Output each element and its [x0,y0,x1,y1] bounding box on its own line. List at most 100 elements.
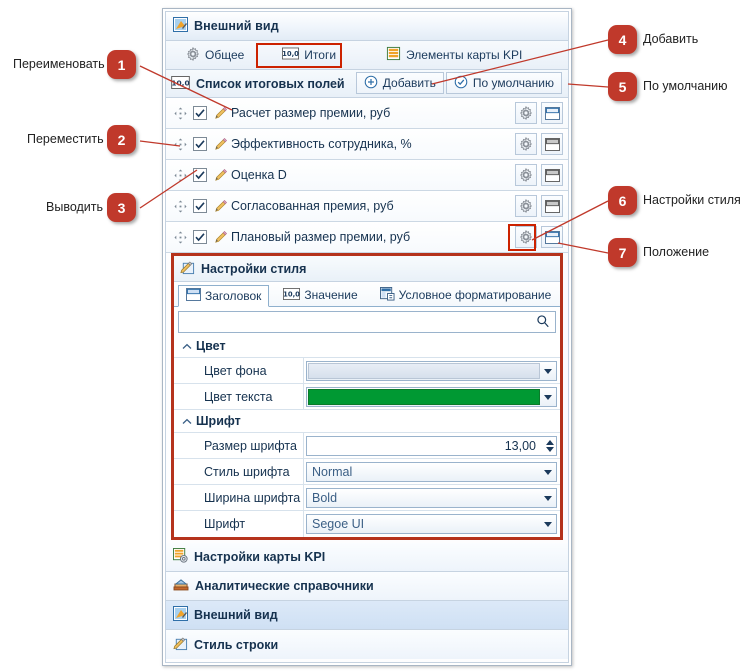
rename-pencil-icon[interactable] [211,137,231,151]
row-position-button[interactable] [541,102,563,124]
move-handle-icon[interactable] [171,168,189,182]
svg-text:10,0: 10,0 [171,78,189,87]
accordion-item-analytic-dictionaries[interactable]: Аналитические справочники [166,572,568,601]
tab-itogi-label: Итоги [304,48,337,62]
row-style-settings-button[interactable] [515,164,537,186]
accordion-item-label: Внешний вид [194,608,278,622]
accordion-item-kpi-settings[interactable]: Настройки карты KPI [166,543,568,572]
stepper-down-icon[interactable] [546,446,554,452]
stepper-up-icon[interactable] [546,439,554,445]
add-button[interactable]: Добавить [355,72,444,94]
accordion-item-row-style[interactable]: Стиль строки [166,630,568,659]
search-input[interactable] [179,312,536,332]
table-row[interactable]: Оценка D [166,160,568,191]
property-row-text-color: Цвет текста [174,384,560,410]
font-size-stepper[interactable]: 13,00 [306,435,557,456]
annotation-badge-2: 2 [107,125,136,154]
move-handle-icon[interactable] [171,106,189,120]
background-color-picker[interactable] [306,360,557,381]
font-style-select[interactable]: Normal [306,461,557,482]
row-visible-checkbox[interactable] [189,168,211,182]
font-weight-select[interactable]: Bold [306,487,557,508]
annotation-badge-number: 3 [117,199,126,216]
table-row[interactable]: Расчет размер премии, руб [166,98,568,129]
row-label: Расчет размер премии, руб [231,106,391,120]
tab-conditional-formatting[interactable]: Условное форматирование [372,284,560,306]
property-label: Стиль шрифта [200,459,304,484]
accordion-item-appearance[interactable]: Внешний вид [166,601,568,630]
property-label: Ширина шрифта [200,485,304,510]
row-style-settings-button[interactable] [515,102,537,124]
rename-pencil-icon[interactable] [211,230,231,244]
kpi-grid-icon [386,46,401,64]
row-style-settings-button[interactable] [515,226,537,248]
rename-pencil-icon[interactable] [211,106,231,120]
property-label: Цвет фона [200,358,304,383]
property-label: Шрифт [200,511,304,537]
annotation-label-5: По умолчанию [643,79,728,93]
conditional-format-icon [379,286,395,304]
row-position-button[interactable] [541,195,563,217]
row-visible-checkbox[interactable] [189,230,211,244]
tab-kpi-elements-label: Элементы карты KPI [406,48,523,62]
row-position-button[interactable] [541,164,563,186]
appearance-icon [173,606,188,624]
row-position-button[interactable] [541,226,563,248]
move-handle-icon[interactable] [171,137,189,151]
books-icon [173,578,189,595]
chevron-down-icon [544,522,552,527]
row-position-button[interactable] [541,133,563,155]
table-row[interactable]: Согласованная премия, руб [166,191,568,222]
property-row-background-color: Цвет фона [174,358,560,384]
tab-strip: Общее 10,0 Итоги Элементы карты KPI [166,41,568,70]
annotation-label-6: Настройки стиля [643,193,741,207]
annotation-label-3: Выводить [46,200,104,214]
group-header-font[interactable]: Шрифт [174,410,560,433]
plus-circle-icon [364,75,378,92]
font-family-value: Segoe UI [312,517,365,531]
tab-obshchee-label: Общее [205,48,245,62]
totals-fields-subheader: 10,0 Список итоговых полей Добавить По у… [166,70,568,98]
annotation-badge-number: 2 [117,131,126,148]
default-button-label: По умолчанию [472,76,554,90]
accordion-item-label: Стиль строки [194,637,279,652]
style-settings-tabs: Заголовок 10,0 Значение Условное формати… [174,282,560,307]
font-weight-value: Bold [312,490,338,505]
annotation-badge-number: 7 [618,244,627,261]
annotation-label-7: Положение [643,245,710,259]
appearance-icon [173,17,188,35]
property-row-font-family: Шрифт Segoe UI [174,511,560,537]
rename-pencil-icon[interactable] [211,199,231,213]
font-size-value: 13,00 [504,438,536,453]
table-row[interactable]: Эффективность сотрудника, % [166,129,568,160]
row-visible-checkbox[interactable] [189,106,211,120]
tab-obshchee[interactable]: Общее [178,44,252,67]
annotation-badge-6: 6 [608,186,637,215]
tab-itogi[interactable]: 10,0 Итоги [274,44,344,66]
row-style-settings-button[interactable] [515,133,537,155]
tab-znachenie[interactable]: 10,0 Значение [275,284,365,306]
svg-text:10,0: 10,0 [284,290,301,298]
table-row[interactable]: Плановый размер премии, руб [166,222,568,253]
tab-kpi-elements[interactable]: Элементы карты KPI [378,43,530,67]
move-handle-icon[interactable] [171,199,189,213]
tab-zagolovok-label: Заголовок [205,289,262,303]
totals-fields-title: Список итоговых полей [196,76,345,91]
property-label: Размер шрифта [200,433,304,458]
rename-pencil-icon[interactable] [211,168,231,182]
group-header-font-label: Шрифт [196,414,241,428]
chevron-up-icon [182,414,192,428]
text-color-picker[interactable] [306,386,557,407]
row-visible-checkbox[interactable] [189,199,211,213]
row-visible-checkbox[interactable] [189,137,211,151]
font-family-select[interactable]: Segoe UI [306,514,557,534]
tab-zagolovok[interactable]: Заголовок [178,285,270,307]
style-search-box[interactable] [178,311,556,333]
group-header-color[interactable]: Цвет [174,335,560,358]
header-block-icon [186,288,201,304]
default-button[interactable]: По умолчанию [445,72,562,94]
row-style-settings-button[interactable] [515,195,537,217]
style-settings-icon [180,260,195,278]
search-icon[interactable] [536,314,550,331]
move-handle-icon[interactable] [171,230,189,244]
